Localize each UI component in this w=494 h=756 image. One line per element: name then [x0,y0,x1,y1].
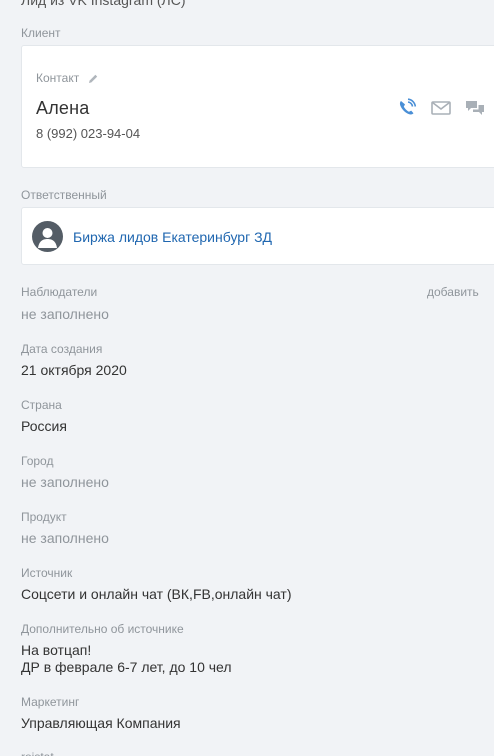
marketing-label: Маркетинг [21,695,80,709]
source-extra-label: Дополнительно об источнике [21,622,184,636]
roistat-label: roistat [21,750,54,756]
contact-phone[interactable]: 8 (992) 023-94-04 [36,126,140,141]
responsible-section-label: Ответственный [21,188,107,202]
user-avatar-icon [38,228,57,248]
contact-name[interactable]: Алена [36,98,89,119]
contact-card: Контакт Алена 8 (992) 023-94-04 [21,45,494,168]
city-label: Город [21,454,54,468]
source-value: Соцсети и онлайн чат (ВК,FB,онлайн чат) [21,586,292,602]
responsible-card: Биржа лидов Екатеринбург ЗД [21,207,494,265]
lead-source-title: Лид из VK Instagram (ЛС) [21,0,186,8]
created-date-value: 21 октября 2020 [21,362,127,378]
client-section-label: Клиент [21,26,61,40]
source-extra-line2: ДР в феврале 6-7 лет, до 10 чел [21,659,232,675]
country-label: Страна [21,398,62,412]
phone-call-icon[interactable] [396,98,418,118]
responsible-name-link[interactable]: Биржа лидов Екатеринбург ЗД [73,229,272,245]
created-date-label: Дата создания [21,342,103,356]
city-value: не заполнено [21,474,109,490]
source-extra-line1: На вотцап! [21,642,92,658]
source-label: Источник [21,566,73,580]
avatar[interactable] [32,221,63,252]
observers-value: не заполнено [21,306,109,322]
add-observer-link[interactable]: добавить [427,285,479,299]
pencil-icon[interactable] [87,73,99,85]
email-icon[interactable] [430,98,452,118]
product-label: Продукт [21,510,67,524]
marketing-value: Управляющая Компания [21,715,181,731]
lead-details-panel: Лид из VK Instagram (ЛС) Клиент Контакт … [0,0,494,756]
product-value: не заполнено [21,530,109,546]
contact-actions [396,98,486,118]
contact-label: Контакт [36,71,80,85]
chat-icon[interactable] [464,98,486,118]
country-value: Россия [21,418,67,434]
observers-label: Наблюдатели [21,285,98,299]
